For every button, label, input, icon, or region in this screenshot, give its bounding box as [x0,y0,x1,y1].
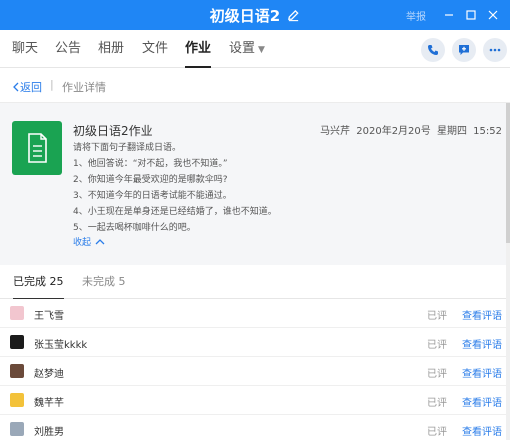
breadcrumb-separator: | [50,78,54,91]
back-link[interactable]: 返回 [12,79,42,95]
student-row: 张玉莹kkkk 已评 查看评语 [0,328,510,357]
edit-title-icon[interactable] [287,9,300,22]
avatar [10,422,24,436]
student-row: 魏芊芊 已评 查看评语 [0,386,510,415]
view-comment-link[interactable]: 查看评语 [462,365,502,380]
student-name: 刘胜男 [34,427,64,438]
tab-incomplete-count: 5 [118,275,126,288]
collapse-label: 收起 [73,238,92,248]
call-button[interactable] [421,38,445,62]
tab-files[interactable]: 文件 [142,30,168,68]
homework-line: 1、他回答说：“对不起，我也不知道。” [73,159,228,169]
window-title: 初级日语2 [209,6,281,25]
chevron-up-icon [95,238,105,244]
tab-homework-label: 作业 [185,41,212,56]
student-row: 赵梦迪 已评 查看评语 [0,357,510,386]
student-name: 魏芊芊 [34,398,64,409]
student-name: 张玉莹kkkk [34,340,88,351]
view-comment-link[interactable]: 查看评语 [462,336,502,351]
homework-meta: 马兴芹 2020年2月20号 星期四 15:52 [317,122,502,137]
more-icon [489,48,501,52]
tab-completed-label: 已完成 [13,275,46,288]
tab-chat[interactable]: 聊天 [12,30,38,68]
chevron-left-icon [13,82,19,92]
back-label: 返回 [20,81,42,94]
minimize-icon[interactable] [438,4,460,26]
tab-announcement-label: 公告 [55,41,82,56]
chat-add-icon [459,45,469,55]
scrollbar-thumb[interactable] [506,103,510,243]
report-link[interactable]: 举报 [406,8,426,23]
window-controls: 举报 [406,0,504,30]
avatar [10,364,24,378]
homework-title: 初级日语2作业 [73,124,153,138]
review-status: 已评 [427,427,447,438]
scrollbar[interactable] [506,103,510,440]
student-row: 刘胜男 已评 查看评语 [0,415,510,440]
homework-weekday: 星期四 [436,126,467,137]
phone-icon [428,45,438,55]
breadcrumb-current: 作业详情 [62,81,106,94]
homework-author: 马兴芹 [320,126,351,137]
tab-settings[interactable]: 设置 ▼ [229,30,265,68]
breadcrumb: 返回 | 作业详情 [0,69,510,103]
tab-incomplete-label: 未完成 [82,275,115,288]
avatar [10,335,24,349]
view-comment-link[interactable]: 查看评语 [462,307,502,322]
maximize-icon[interactable] [460,4,482,26]
homework-time: 15:52 [473,126,502,137]
homework-line: 4、小王现在是单身还是已经结婚了，谁也不知道。 [73,207,277,217]
review-status: 已评 [427,340,447,351]
more-button[interactable] [483,38,507,62]
view-comment-link[interactable]: 查看评语 [462,394,502,409]
homework-line: 5、一起去喝杯咖啡什么的吧。 [73,223,196,233]
homework-line: 3、不知道今年的日语考试能不能通过。 [73,191,232,201]
student-name: 王飞雪 [34,311,64,322]
student-name: 赵梦迪 [34,369,64,380]
tab-announcement[interactable]: 公告 [55,30,81,68]
view-comment-link[interactable]: 查看评语 [462,423,502,438]
avatar [10,393,24,407]
tab-files-label: 文件 [142,41,169,56]
tab-chat-label: 聊天 [12,41,39,56]
homework-detail: 初级日语2作业 马兴芹 2020年2月20号 星期四 15:52 请将下面句子翻… [0,103,510,265]
document-icon [12,121,62,175]
tab-homework[interactable]: 作业 [185,30,212,68]
homework-line: 2、你知道今年最受欢迎的是哪款伞吗? [73,175,228,185]
review-status: 已评 [427,398,447,409]
homework-date: 2020年2月20号 [356,126,431,137]
tab-incomplete[interactable]: 未完成 5 [82,265,126,299]
collapse-button[interactable]: 收起 [73,235,105,248]
close-icon[interactable] [482,4,504,26]
tab-settings-label: 设置 [229,41,256,56]
chevron-down-icon: ▼ [258,45,265,55]
homework-line: 请将下面句子翻译成日语。 [73,143,182,153]
student-row: 王飞雪 已评 查看评语 [0,299,510,328]
tab-album[interactable]: 相册 [98,30,124,68]
new-message-button[interactable] [452,38,476,62]
tab-completed[interactable]: 已完成 25 [13,265,64,300]
review-status: 已评 [427,311,447,322]
completion-tabs: 已完成 25 未完成 5 [0,265,510,300]
review-status: 已评 [427,369,447,380]
homework-content: 请将下面句子翻译成日语。 1、他回答说：“对不起，我也不知道。” 2、你知道今年… [73,140,277,236]
tab-completed-count: 25 [49,275,64,288]
avatar [10,306,24,320]
tab-album-label: 相册 [98,41,125,56]
